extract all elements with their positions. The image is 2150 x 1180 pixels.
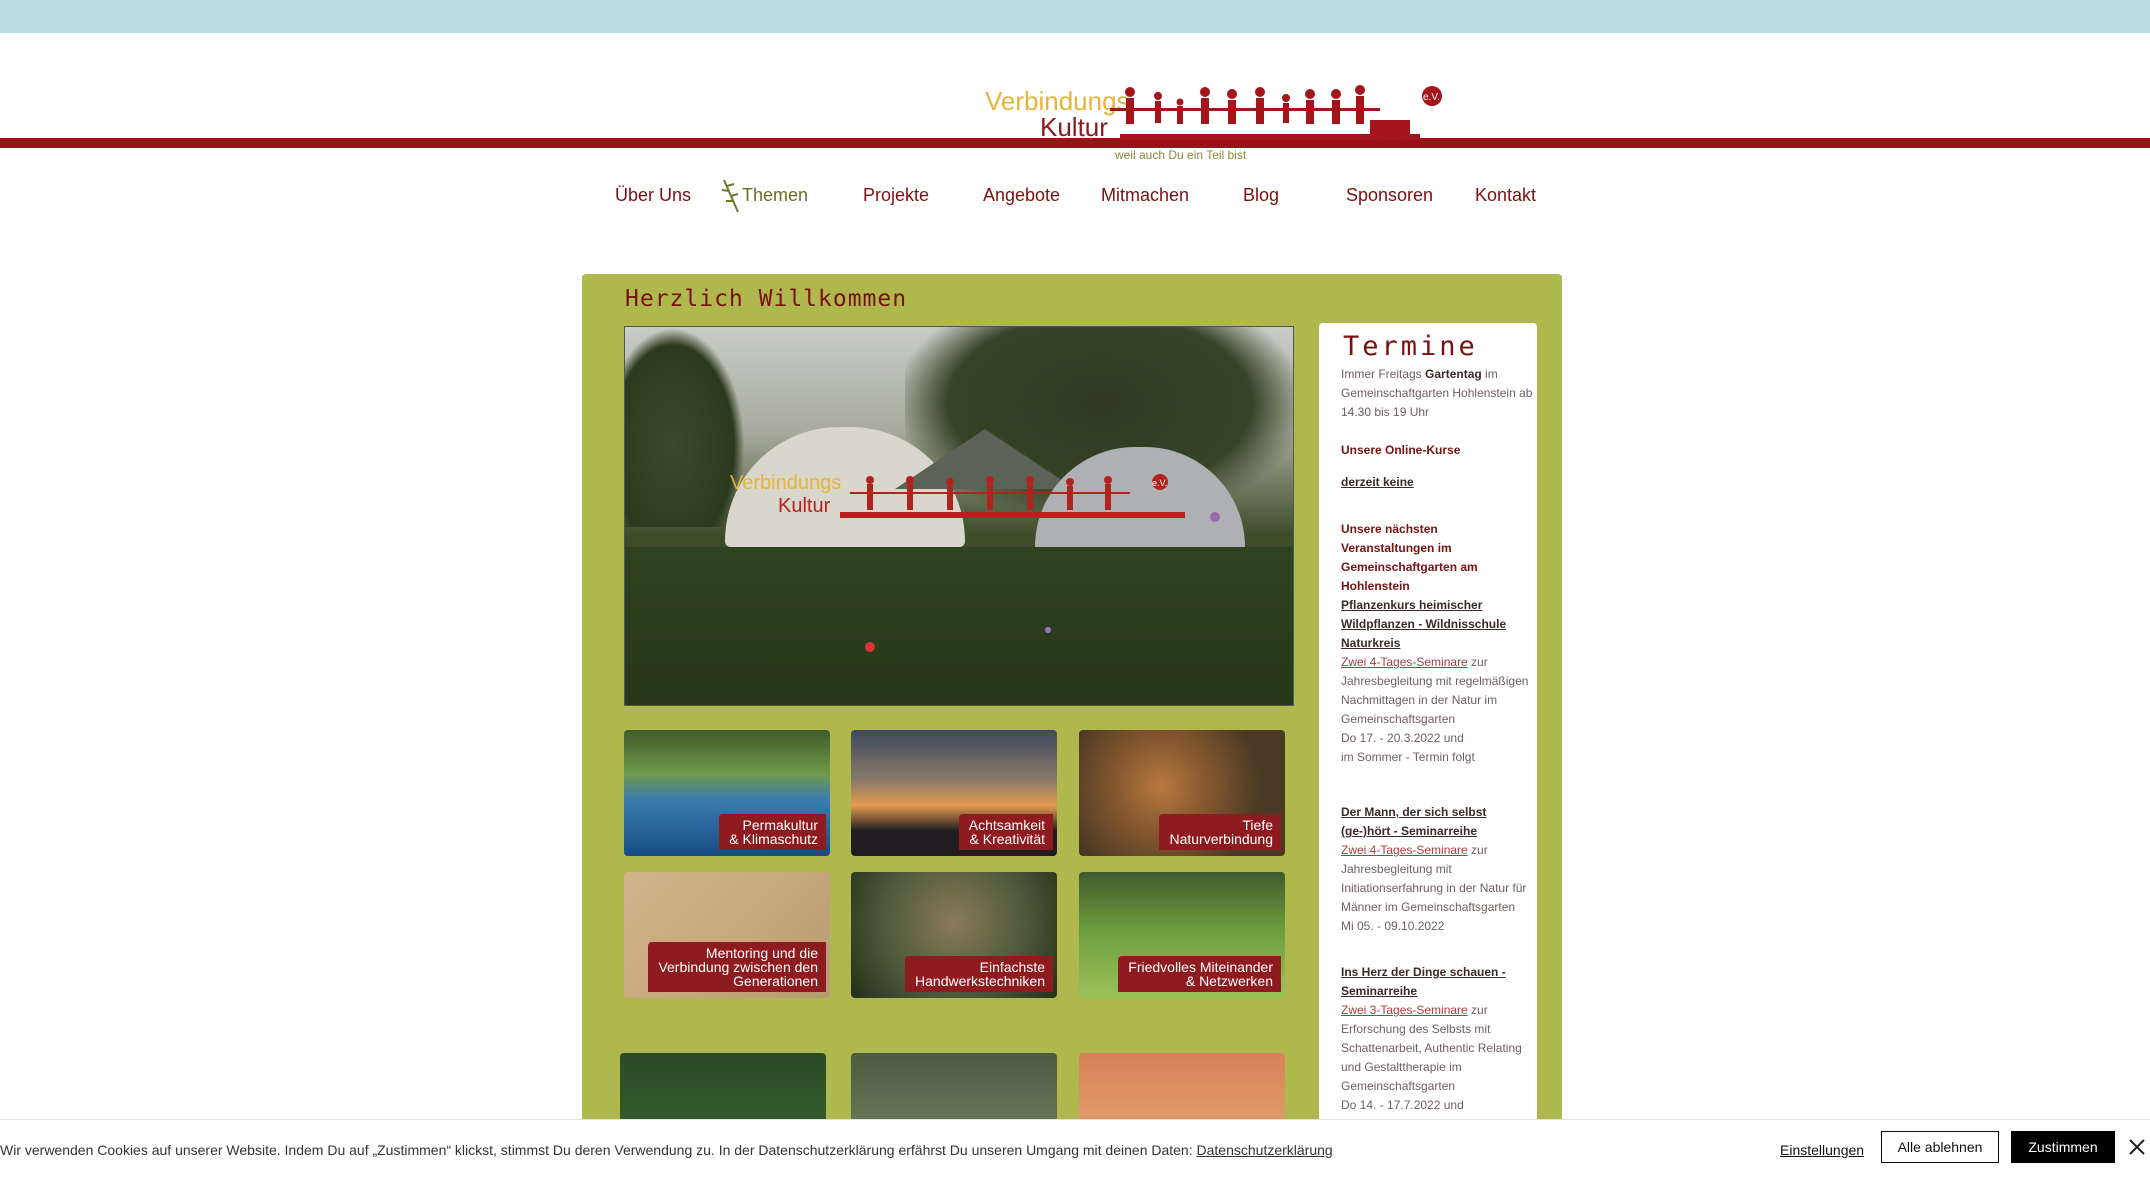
sidebar-title: Termine [1343,331,1478,362]
events-sidebar: Termine Immer Freitags Gartentag im Geme… [1319,323,1537,1123]
event-title-link[interactable]: Der Mann, der sich selbst (ge-)hört - Se… [1341,805,1486,838]
nav-item-blog[interactable]: Blog [1243,185,1279,206]
cookie-banner: Wir verwenden Cookies auf unserer Websit… [0,1119,2150,1180]
nav-item-themen[interactable]: Themen [742,185,808,206]
tile-label: Mentoring und die Verbindung zwischen de… [648,942,826,992]
tile-permakultur[interactable]: Permakultur & Klimaschutz [624,730,830,856]
main-navigation: Über Uns Themen Projekte Angebote Mitmac… [600,178,1540,218]
tile-label: Permakultur & Klimaschutz [719,814,826,850]
cookie-text: Wir verwenden Cookies auf unserer Websit… [0,1142,1333,1158]
cookie-settings-link[interactable]: Einstellungen [1780,1142,1864,1158]
hero-logo-people: e.V. [850,474,1168,510]
tile-label: Achtsamkeit & Kreativität [958,814,1053,850]
logo-word-2: Kultur [1040,112,1108,142]
event-seminar-link[interactable]: Zwei 3-Tages-Seminare [1341,1003,1468,1017]
nav-item-sponsoren[interactable]: Sponsoren [1346,185,1433,206]
privacy-link[interactable]: Datenschutzerklärung [1197,1142,1333,1158]
tile-label: Einfachste Handwerkstechniken [905,956,1053,992]
friday-info: Immer Freitags Gartentag im Gemeinschaft… [1341,367,1533,419]
tile-label: Tiefe Naturverbindung [1159,814,1281,850]
nav-item-mitmachen[interactable]: Mitmachen [1101,185,1189,206]
top-color-bar [0,0,2150,33]
hero-logo-word-2: Kultur [778,495,831,517]
logo-tagline: weil auch Du ein Teil bist [1115,148,1247,162]
nav-item-angebote[interactable]: Angebote [983,185,1060,206]
tile-miteinander[interactable]: Friedvolles Miteinander & Netzwerken [1079,872,1285,998]
reject-all-button[interactable]: Alle ablehnen [1881,1131,1999,1163]
tile-naturverbindung[interactable]: Tiefe Naturverbindung [1079,730,1285,856]
online-heading: Unsere Online-Kurse [1341,443,1461,457]
close-icon[interactable] [2128,1138,2146,1156]
hero-logo-badge: e.V. [1152,478,1167,488]
site-logo[interactable]: Verbindungs Kultur e.V. weil auch Du ein… [980,78,1500,168]
tile-mentoring[interactable]: Mentoring und die Verbindung zwischen de… [624,872,830,998]
tile-achtsamkeit[interactable]: Achtsamkeit & Kreativität [851,730,1057,856]
nav-item-projekte[interactable]: Projekte [863,185,929,206]
event-title-link[interactable]: Pflanzenkurs heimischer Wildpflanzen - W… [1341,598,1506,650]
tile-handwerkstechniken[interactable]: Einfachste Handwerkstechniken [851,872,1057,998]
nav-item-kontakt[interactable]: Kontakt [1475,185,1536,206]
hero-image: Verbindungs Kultur e.V. [624,326,1294,706]
hero-logo-word-1: Verbindungs [730,472,842,494]
event-title-link[interactable]: Ins Herz der Dinge schauen - Seminarreih… [1341,965,1506,998]
hero-logo-overlay: Verbindungs Kultur e.V. [730,472,1185,518]
leaf-icon [721,179,739,213]
online-none: derzeit keine [1341,475,1414,489]
event-seminar-link[interactable]: Zwei 4-Tages-Seminare [1341,655,1468,669]
logo-people-chain: e.V. [1110,85,1442,142]
event-seminar-link[interactable]: Zwei 4-Tages-Seminare [1341,843,1468,857]
event-item: Pflanzenkurs heimischer Wildpflanzen - W… [1341,598,1529,764]
tile-label: Friedvolles Miteinander & Netzwerken [1118,956,1281,992]
logo-badge: e.V. [1423,92,1440,103]
events-heading: Unsere nächsten Veranstaltungen im Gemei… [1341,522,1478,593]
page-title: Herzlich Willkommen [625,286,908,312]
event-item: Ins Herz der Dinge schauen - Seminarreih… [1341,965,1522,1112]
nav-item-ueber-uns[interactable]: Über Uns [615,185,691,206]
accept-button[interactable]: Zustimmen [2011,1131,2115,1163]
event-item: Der Mann, der sich selbst (ge-)hört - Se… [1341,805,1527,933]
